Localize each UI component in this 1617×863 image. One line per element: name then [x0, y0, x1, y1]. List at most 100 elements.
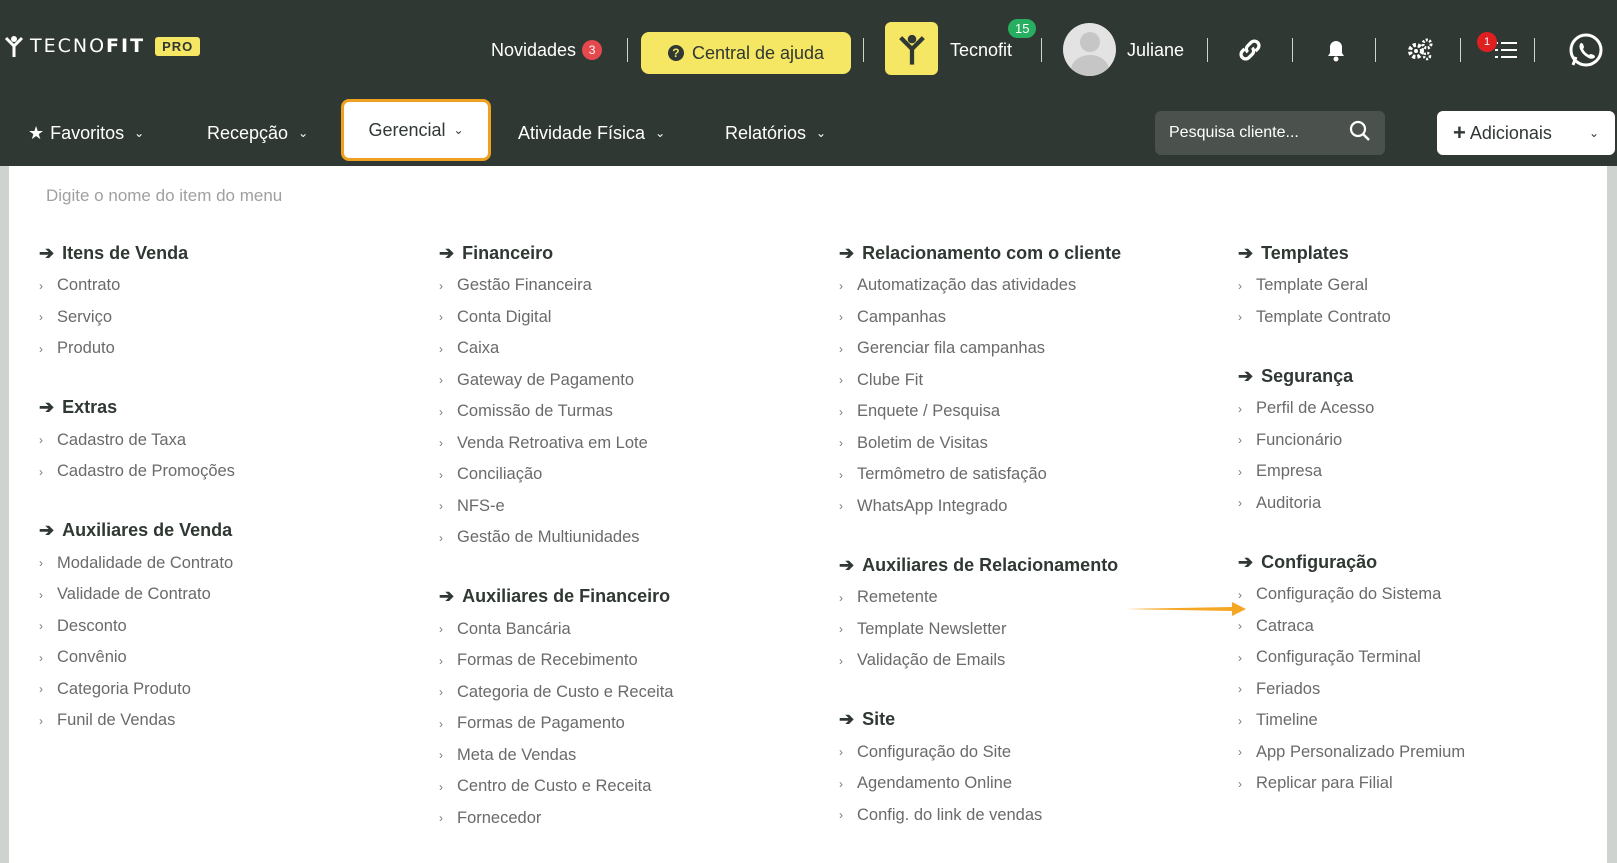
menu-item-gerenciar-fila-campanhas[interactable]: › Gerenciar fila campanhas	[839, 333, 1219, 365]
menu-item-nfs-e[interactable]: › NFS-e	[439, 491, 819, 523]
nav-recepcao[interactable]: Recepção ⌄	[207, 100, 308, 166]
menu-item-label: Timeline	[1256, 711, 1318, 730]
menu-column-3: ➔ Relacionamento com o cliente › Automatiza…	[839, 230, 1219, 831]
menu-item-centro-de-custo-e-receita[interactable]: › Centro de Custo e Receita	[439, 771, 819, 803]
nav-favoritos[interactable]: ★ Favoritos ⌄	[28, 100, 144, 166]
nav-relatorios[interactable]: Relatórios ⌄	[725, 100, 826, 166]
menu-item-desconto[interactable]: › Desconto	[39, 611, 419, 643]
menu-item-template-newsletter[interactable]: › Template Newsletter	[839, 614, 1219, 646]
arrow-right-icon: ➔	[1238, 551, 1254, 572]
menu-item-label: Template Newsletter	[857, 619, 1007, 638]
unit-logo-icon[interactable]	[885, 22, 938, 75]
user-name[interactable]: Juliane	[1127, 28, 1184, 72]
menu-item-meta-de-vendas[interactable]: › Meta de Vendas	[439, 740, 819, 772]
menu-item-validacao-de-emails[interactable]: › Validação de Emails	[839, 645, 1219, 677]
menu-item-label: Agendamento Online	[857, 774, 1013, 793]
menu-item-convenio[interactable]: › Convênio	[39, 642, 419, 674]
menu-item-conciliacao[interactable]: › Conciliação	[439, 459, 819, 491]
chevron-down-icon: ⌄	[655, 126, 666, 140]
arrow-right-icon: ➔	[39, 520, 55, 540]
menu-item-config-do-link-de-vendas[interactable]: › Config. do link de vendas	[839, 800, 1219, 832]
menu-item-label: Validação de Emails	[857, 651, 1006, 670]
nav-gerencial[interactable]: Gerencial ⌄	[341, 99, 491, 161]
menu-item-configuracao-do-site[interactable]: › Configuração do Site	[839, 737, 1219, 769]
chevron-right-icon: ›	[439, 404, 443, 419]
menu-item-cadastro-de-taxa[interactable]: › Cadastro de Taxa	[39, 425, 419, 457]
menu-item-campanhas[interactable]: › Campanhas	[839, 302, 1219, 334]
menu-filter-input[interactable]	[44, 180, 548, 212]
menu-item-gateway-de-pagamento[interactable]: › Gateway de Pagamento	[439, 365, 819, 397]
menu-item-servico[interactable]: › Serviço	[39, 302, 419, 334]
nav-atividade-fisica[interactable]: Atividade Física ⌄	[518, 100, 665, 166]
menu-item-auditoria[interactable]: › Auditoria	[1238, 488, 1617, 520]
menu-item-configuracao-terminal[interactable]: › Configuração Terminal	[1238, 642, 1617, 674]
search-icon[interactable]	[1349, 120, 1371, 147]
menu-item-label: Modalidade de Contrato	[57, 553, 234, 572]
menu-item-modalidade-de-contrato[interactable]: › Modalidade de Contrato	[39, 548, 419, 580]
section-title-label: Templates	[1261, 242, 1349, 263]
whatsapp-icon[interactable]	[1566, 30, 1606, 70]
unit-name[interactable]: Tecnofit	[950, 28, 1012, 72]
star-icon: ★	[28, 122, 45, 143]
menu-column-2: ➔ Financeiro › Gestão Financeira › Conta Digi…	[439, 230, 819, 834]
menu-item-cadastro-de-promocoes[interactable]: › Cadastro de Promoções	[39, 456, 419, 488]
menu-item-funcionario[interactable]: › Funcionário	[1238, 425, 1617, 457]
menu-item-label: Perfil de Acesso	[1256, 399, 1375, 418]
link-icon[interactable]	[1234, 34, 1266, 66]
menu-item-termometro-de-satisfacao[interactable]: › Termômetro de satisfação	[839, 459, 1219, 491]
menu-item-contrato[interactable]: › Contrato	[39, 270, 419, 302]
menu-item-gestao-de-multiunidades[interactable]: › Gestão de Multiunidades	[439, 522, 819, 554]
menu-item-gestao-financeira[interactable]: › Gestão Financeira	[439, 270, 819, 302]
brand-logo[interactable]: TECNOFIT PRO	[4, 32, 201, 60]
menu-item-conta-bancaria[interactable]: › Conta Bancária	[439, 614, 819, 646]
menu-item-formas-de-pagamento[interactable]: › Formas de Pagamento	[439, 708, 819, 740]
menu-item-clube-fit[interactable]: › Clube Fit	[839, 365, 1219, 397]
chevron-right-icon: ›	[39, 619, 43, 634]
menu-item-formas-de-recebimento[interactable]: › Formas de Recebimento	[439, 645, 819, 677]
menu-item-template-contrato[interactable]: › Template Contrato	[1238, 302, 1617, 334]
bell-icon[interactable]	[1320, 34, 1352, 66]
chevron-right-icon: ›	[1238, 619, 1242, 634]
menu-item-app-personalizado-premium[interactable]: › App Personalizado Premium	[1238, 737, 1617, 769]
nav-gerencial-label: Gerencial	[368, 119, 446, 140]
menu-item-conta-digital[interactable]: › Conta Digital	[439, 302, 819, 334]
menu-item-timeline[interactable]: › Timeline	[1238, 705, 1617, 737]
gears-icon[interactable]	[1404, 34, 1436, 66]
adicionais-button[interactable]: + Adicionais ⌄	[1437, 111, 1615, 155]
section-title-site: ➔ Site	[839, 703, 1219, 737]
menu-item-validade-de-contrato[interactable]: › Validade de Contrato	[39, 579, 419, 611]
menu-item-categoria-produto[interactable]: › Categoria Produto	[39, 674, 419, 706]
menu-item-template-geral[interactable]: › Template Geral	[1238, 270, 1617, 302]
menu-item-empresa[interactable]: › Empresa	[1238, 456, 1617, 488]
chevron-right-icon: ›	[39, 310, 43, 325]
menu-item-perfil-de-acesso[interactable]: › Perfil de Acesso	[1238, 393, 1617, 425]
avatar[interactable]	[1063, 23, 1116, 76]
section-title-label: Itens de Venda	[62, 242, 189, 263]
menu-item-produto[interactable]: › Produto	[39, 333, 419, 365]
menu-item-comissao-de-turmas[interactable]: › Comissão de Turmas	[439, 396, 819, 428]
menu-item-caixa[interactable]: › Caixa	[439, 333, 819, 365]
menu-item-venda-retroativa-em-lote[interactable]: › Venda Retroativa em Lote	[439, 428, 819, 460]
menu-item-label: Categoria de Custo e Receita	[457, 682, 674, 701]
tasks-count-badge: 1	[1477, 32, 1497, 52]
menu-item-categoria-de-custo-e-receita[interactable]: › Categoria de Custo e Receita	[439, 677, 819, 709]
menu-item-catraca[interactable]: › Catraca	[1238, 611, 1617, 643]
help-center-button[interactable]: ? Central de ajuda	[641, 32, 851, 74]
client-search-input[interactable]: Pesquisa cliente...	[1155, 111, 1385, 155]
chevron-right-icon: ›	[39, 587, 43, 602]
chevron-right-icon: ›	[839, 404, 843, 419]
menu-item-funil-de-vendas[interactable]: › Funil de Vendas	[39, 705, 419, 737]
menu-item-fornecedor[interactable]: › Fornecedor	[439, 803, 819, 835]
menu-item-enquete-pesquisa[interactable]: › Enquete / Pesquisa	[839, 396, 1219, 428]
menu-item-automatizacao-das-atividades[interactable]: › Automatização das atividades	[839, 270, 1219, 302]
section-title-label: Auxiliares de Venda	[62, 520, 233, 540]
menu-item-feriados[interactable]: › Feriados	[1238, 674, 1617, 706]
divider	[1292, 38, 1293, 62]
menu-item-whatsapp-integrado[interactable]: › WhatsApp Integrado	[839, 491, 1219, 523]
menu-item-agendamento-online[interactable]: › Agendamento Online	[839, 768, 1219, 800]
menu-item-configuracao-do-sistema[interactable]: › Configuração do Sistema	[1238, 579, 1617, 611]
menu-item-boletim-de-visitas[interactable]: › Boletim de Visitas	[839, 428, 1219, 460]
menu-item-replicar-para-filial[interactable]: › Replicar para Filial	[1238, 768, 1617, 800]
menu-item-label: Centro de Custo e Receita	[457, 777, 652, 796]
news-link[interactable]: Novidades 3	[491, 28, 603, 72]
